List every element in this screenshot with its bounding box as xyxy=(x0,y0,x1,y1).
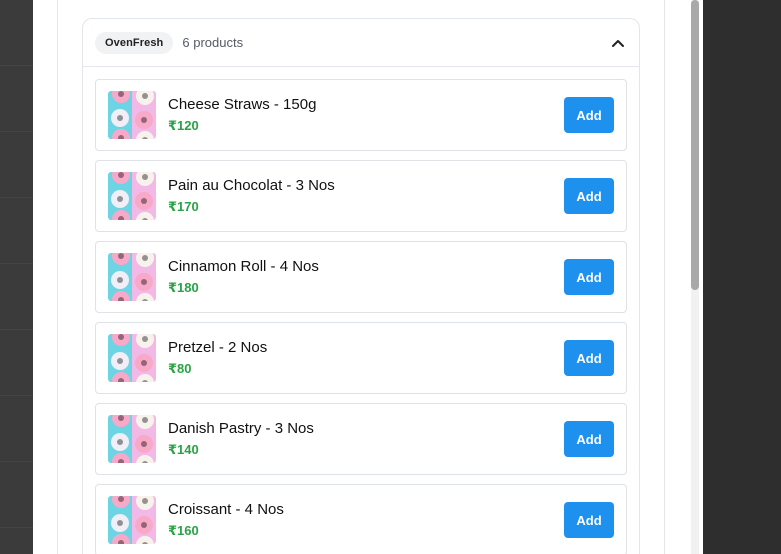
add-button[interactable]: Add xyxy=(564,97,614,133)
product-item: Croissant - 4 Nos ₹160 Add xyxy=(95,484,627,554)
product-price: ₹120 xyxy=(168,118,199,133)
product-price: ₹180 xyxy=(168,280,199,295)
product-image xyxy=(108,415,156,463)
brand-group-header[interactable]: OvenFresh 6 products xyxy=(83,19,639,67)
brand-group: OvenFresh 6 products Cheese Straws - 150… xyxy=(82,18,640,554)
product-list: Cheese Straws - 150g ₹120 Add Pain au Ch… xyxy=(83,67,639,554)
product-name: Croissant - 4 Nos xyxy=(168,501,284,518)
add-button[interactable]: Add xyxy=(564,259,614,295)
product-image xyxy=(108,496,156,544)
product-item: Pain au Chocolat - 3 Nos ₹170 Add xyxy=(95,160,627,232)
add-button[interactable]: Add xyxy=(564,340,614,376)
product-item: Cheese Straws - 150g ₹120 Add xyxy=(95,79,627,151)
product-image xyxy=(108,91,156,139)
product-price: ₹80 xyxy=(168,361,192,376)
add-button[interactable]: Add xyxy=(564,178,614,214)
product-image xyxy=(108,334,156,382)
product-count: 6 products xyxy=(182,35,244,50)
chevron-up-icon[interactable] xyxy=(609,34,627,52)
product-name: Pretzel - 2 Nos xyxy=(168,339,268,356)
product-name: Pain au Chocolat - 3 Nos xyxy=(168,177,335,194)
product-name: Cinnamon Roll - 4 Nos xyxy=(168,258,319,275)
brand-badge: OvenFresh xyxy=(95,31,174,54)
product-price: ₹160 xyxy=(168,523,199,538)
product-name: Danish Pastry - 3 Nos xyxy=(168,420,314,437)
product-item: Danish Pastry - 3 Nos ₹140 Add xyxy=(95,403,627,475)
product-item: Cinnamon Roll - 4 Nos ₹180 Add xyxy=(95,241,627,313)
add-button[interactable]: Add xyxy=(564,502,614,538)
product-price: ₹140 xyxy=(168,442,199,457)
product-name: Cheese Straws - 150g xyxy=(168,96,317,113)
product-modal: OvenFresh 6 products Cheese Straws - 150… xyxy=(33,0,703,554)
scrollbar-thumb[interactable] xyxy=(691,0,699,290)
backdrop-right xyxy=(703,0,781,554)
product-image xyxy=(108,172,156,220)
product-image xyxy=(108,253,156,301)
add-button[interactable]: Add xyxy=(564,421,614,457)
product-item: Pretzel - 2 Nos ₹80 Add xyxy=(95,322,627,394)
product-price: ₹170 xyxy=(168,199,199,214)
